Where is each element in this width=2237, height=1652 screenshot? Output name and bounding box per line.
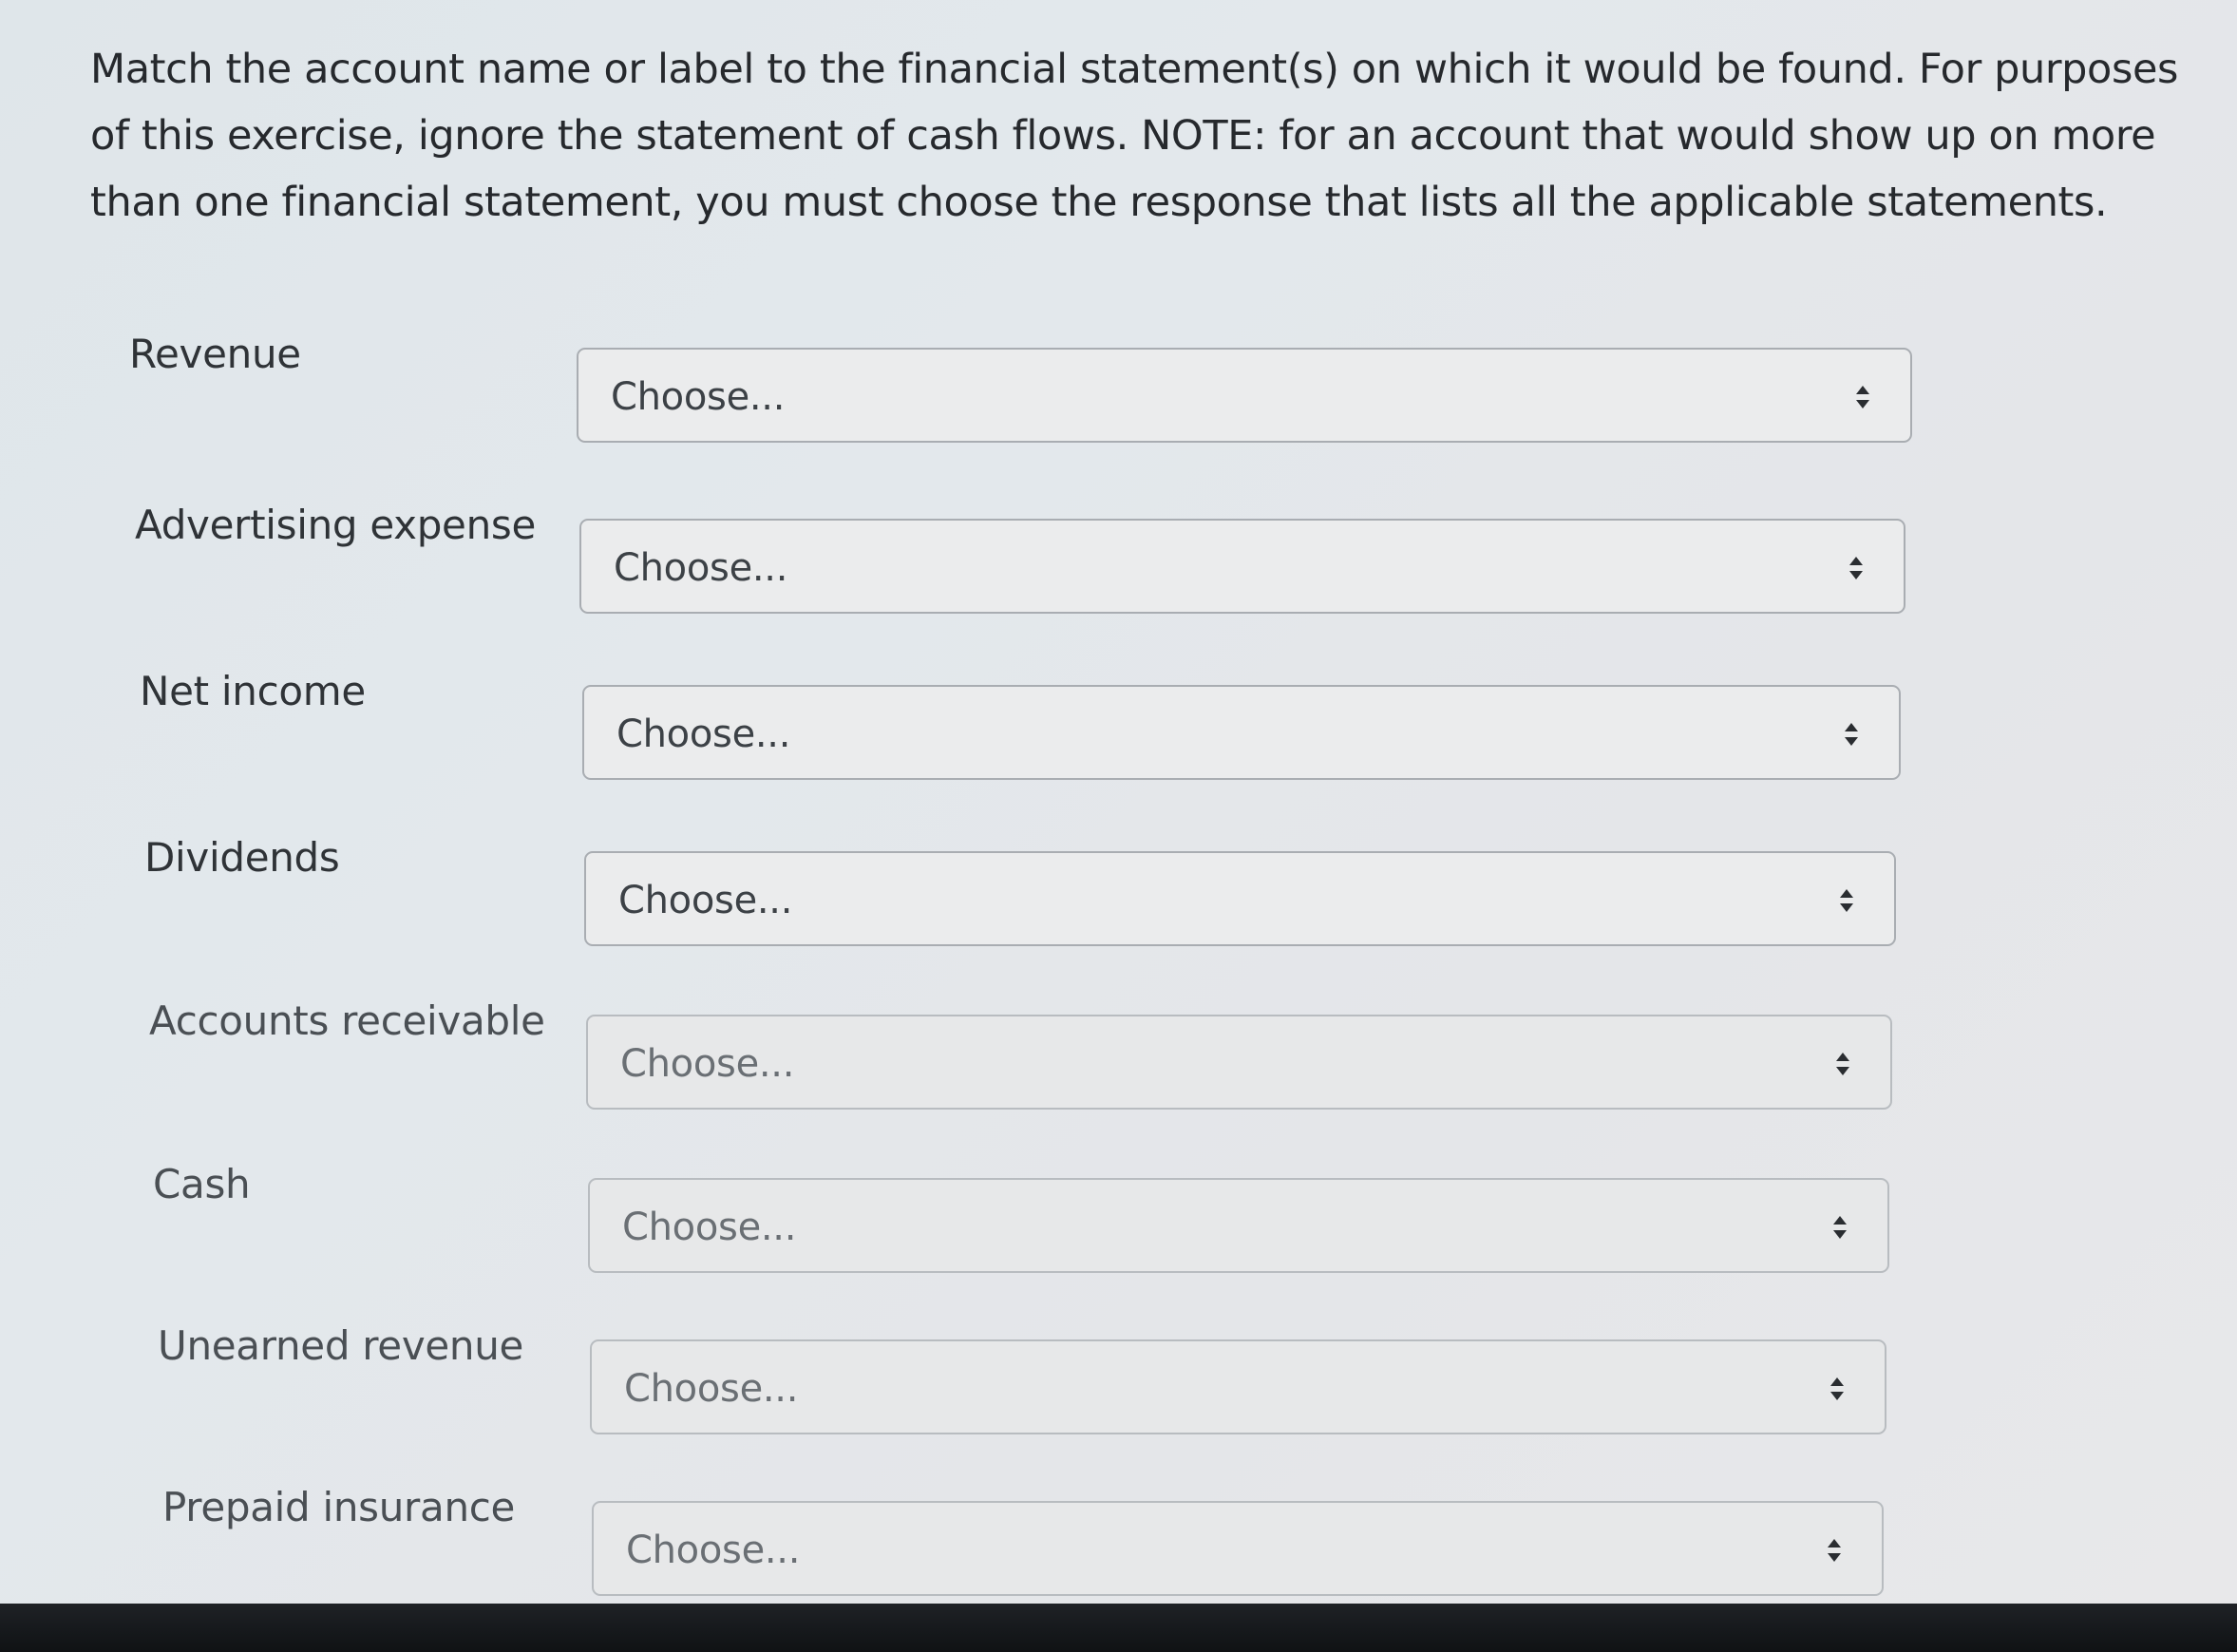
match-row-cash: Cash Choose...	[0, 1157, 2237, 1273]
statement-select-unearned-revenue[interactable]: Choose...	[590, 1339, 1886, 1434]
account-label-dividends: Dividends	[144, 834, 340, 881]
statement-select-revenue[interactable]: Choose...	[577, 348, 1912, 443]
monitor-bezel	[0, 1604, 2237, 1652]
account-label-net-income: Net income	[140, 668, 366, 714]
match-row-unearned-revenue: Unearned revenue Choose...	[0, 1319, 2237, 1434]
select-value: Choose...	[626, 1529, 801, 1572]
match-row-dividends: Dividends Choose...	[0, 830, 2237, 946]
sort-updown-icon	[1839, 889, 1854, 912]
select-value: Choose...	[620, 1042, 795, 1086]
select-value: Choose...	[611, 375, 786, 419]
select-value: Choose...	[614, 546, 788, 590]
sort-updown-icon	[1835, 1053, 1850, 1075]
sort-updown-icon	[1844, 723, 1859, 746]
account-label-unearned-revenue: Unearned revenue	[158, 1322, 524, 1369]
sort-updown-icon	[1829, 1377, 1845, 1400]
statement-select-net-income[interactable]: Choose...	[582, 685, 1901, 780]
match-row-revenue: Revenue Choose...	[0, 327, 2237, 443]
account-label-accounts-receivable: Accounts receivable	[149, 997, 545, 1044]
question-instructions: Match the account name or label to the f…	[90, 46, 2179, 226]
select-value: Choose...	[622, 1206, 797, 1249]
sort-updown-icon	[1832, 1216, 1848, 1239]
statement-select-accounts-receivable[interactable]: Choose...	[586, 1015, 1892, 1110]
account-label-prepaid-insurance: Prepaid insurance	[162, 1484, 516, 1530]
statement-select-cash[interactable]: Choose...	[588, 1178, 1889, 1273]
statement-select-dividends[interactable]: Choose...	[584, 851, 1896, 946]
match-row-advertising-expense: Advertising expense Choose...	[0, 498, 2237, 614]
statement-select-prepaid-insurance[interactable]: Choose...	[592, 1501, 1884, 1596]
sort-updown-icon	[1855, 386, 1870, 408]
select-value: Choose...	[618, 879, 793, 922]
account-label-advertising-expense: Advertising expense	[135, 502, 537, 548]
select-value: Choose...	[616, 712, 791, 756]
sort-updown-icon	[1848, 557, 1864, 579]
account-label-cash: Cash	[153, 1161, 251, 1207]
statement-select-advertising-expense[interactable]: Choose...	[579, 519, 1905, 614]
match-row-net-income: Net income Choose...	[0, 664, 2237, 780]
match-row-prepaid-insurance: Prepaid insurance Choose...	[0, 1480, 2237, 1596]
select-value: Choose...	[624, 1367, 799, 1411]
match-row-accounts-receivable: Accounts receivable Choose...	[0, 994, 2237, 1110]
account-label-revenue: Revenue	[129, 331, 301, 377]
sort-updown-icon	[1827, 1539, 1842, 1562]
quiz-screen: Match the account name or label to the f…	[0, 0, 2237, 1604]
